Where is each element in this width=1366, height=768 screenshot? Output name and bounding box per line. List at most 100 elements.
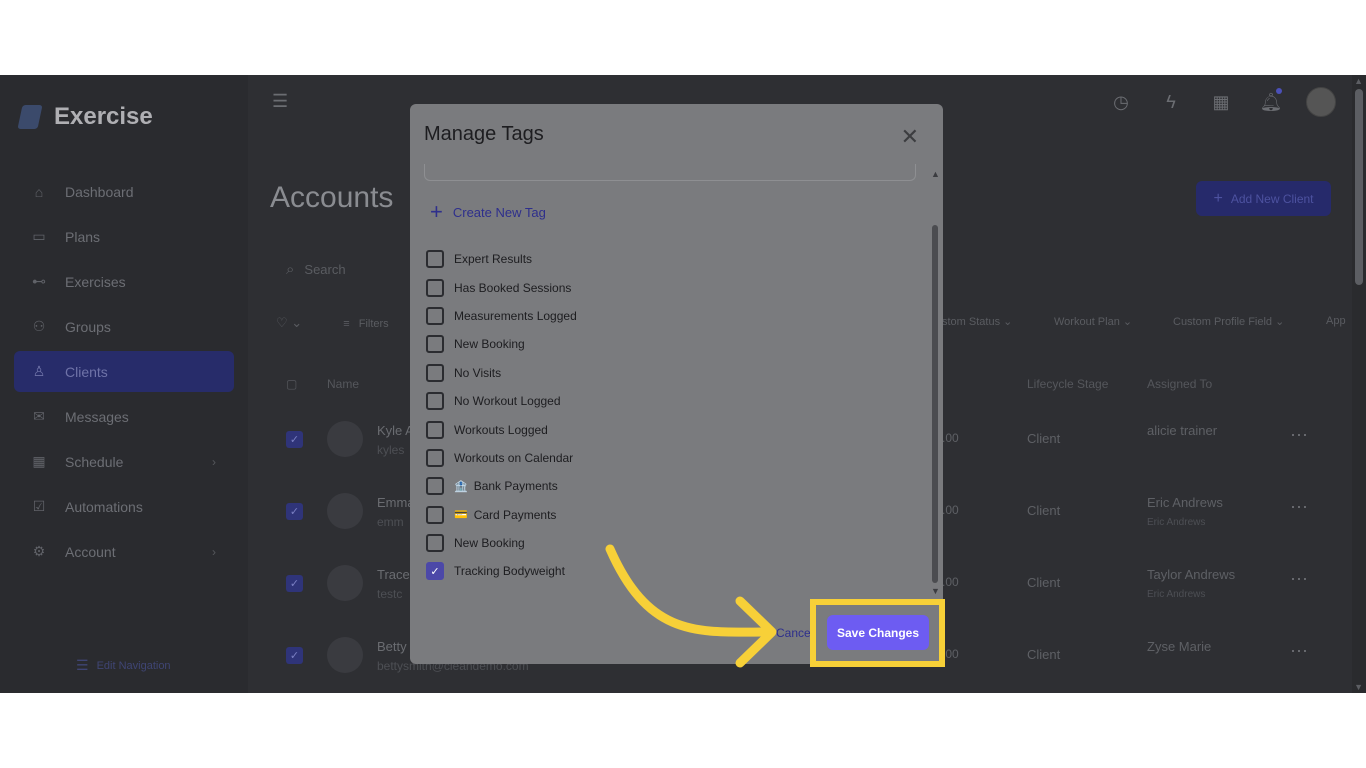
tag-label: New Booking	[454, 536, 525, 551]
app-name: Exercise	[54, 103, 153, 130]
filter-bar: ♡ ⌄ ≡ Filters	[276, 315, 389, 331]
header-lifecycle-stage[interactable]: Lifecycle Stage	[1027, 377, 1108, 391]
tag-option[interactable]: New Booking	[426, 330, 577, 358]
tag-checkbox[interactable]	[426, 477, 444, 496]
page-title: Accounts	[270, 181, 394, 214]
tag-label: Card Payments	[473, 507, 557, 522]
page-scrollbar[interactable]: ▲ ▼	[1352, 75, 1366, 693]
filter-app[interactable]: App	[1326, 315, 1346, 327]
tag-option[interactable]: No Workout Logged	[426, 387, 577, 415]
sidebar-item-clients[interactable]: ♙ Clients	[14, 351, 234, 392]
add-new-client-button[interactable]: + Add New Client	[1196, 181, 1331, 216]
client-name: Trace	[377, 567, 410, 582]
tag-checkbox[interactable]	[426, 534, 444, 553]
tag-label: No Visits	[454, 365, 502, 380]
row-menu-icon[interactable]: ⋯	[1290, 569, 1308, 590]
sidebar-item-plans[interactable]: ▭ Plans	[14, 216, 234, 257]
tag-checkbox[interactable]	[426, 250, 444, 269]
tag-option[interactable]: Workouts Logged	[426, 415, 577, 443]
tag-option[interactable]: Expert Results	[426, 245, 577, 273]
tag-checkbox-checked[interactable]: ✓	[426, 562, 444, 581]
notification-dot	[1276, 88, 1282, 94]
create-new-tag-button[interactable]: + Create New Tag	[430, 201, 546, 223]
tag-option[interactable]: No Visits	[426, 359, 577, 387]
clock-icon[interactable]: ◷	[1108, 89, 1134, 115]
tag-checkbox[interactable]	[426, 335, 444, 354]
cancel-button[interactable]: Cance	[776, 626, 811, 640]
tag-checkbox[interactable]	[426, 278, 444, 297]
tag-checkbox[interactable]	[426, 420, 444, 439]
tag-option[interactable]: 🏦 Bank Payments	[426, 472, 577, 500]
tag-option[interactable]: 💳 Card Payments	[426, 501, 577, 529]
search-input[interactable]: ⌕ Search	[270, 253, 426, 285]
filters-button[interactable]: ≡ Filters	[343, 318, 388, 330]
tag-option[interactable]: ✓ Tracking Bodyweight	[426, 557, 577, 585]
lightning-icon[interactable]: ϟ	[1158, 89, 1184, 115]
tag-label: No Workout Logged	[454, 394, 561, 409]
row-checkbox[interactable]: ✓	[286, 431, 303, 448]
chevron-right-icon: ›	[212, 454, 216, 469]
calendar-icon: ▦	[32, 453, 46, 469]
row-menu-icon[interactable]: ⋯	[1290, 497, 1308, 518]
sidebar-item-dashboard[interactable]: ⌂ Dashboard	[14, 171, 234, 212]
filter-workout-plan[interactable]: Workout Plan ⌄	[1054, 315, 1132, 328]
client-amount: .00	[942, 575, 959, 589]
scroll-down-icon[interactable]: ▼	[1354, 682, 1363, 692]
menu-icon[interactable]: ☰	[272, 91, 288, 112]
client-assigned: Taylor Andrews	[1147, 567, 1236, 582]
edit-navigation-label: Edit Navigation	[96, 659, 171, 672]
header-assigned-to[interactable]: Assigned To	[1147, 377, 1212, 391]
filter-custom-profile[interactable]: Custom Profile Field ⌄	[1173, 315, 1284, 328]
modal-scroll-thumb[interactable]	[932, 225, 938, 583]
bell-icon[interactable]: 🔔︎	[1258, 88, 1284, 115]
heart-icon[interactable]: ♡ ⌄	[276, 315, 302, 330]
sidebar-item-automations[interactable]: ☑ Automations	[14, 486, 234, 527]
tag-checkbox[interactable]	[426, 306, 444, 325]
grid-icon[interactable]: ▦	[1208, 89, 1234, 115]
client-name: Kyle A	[377, 423, 414, 438]
sidebar-item-label: Exercises	[65, 273, 126, 290]
group-icon: ⚇	[32, 318, 46, 334]
tag-option[interactable]: Measurements Logged	[426, 302, 577, 330]
avatar[interactable]	[1306, 87, 1336, 117]
page-scroll-thumb[interactable]	[1355, 89, 1363, 285]
sidebar-item-messages[interactable]: ✉ Messages	[14, 396, 234, 437]
sidebar-item-label: Plans	[65, 228, 101, 245]
filter-status[interactable]: stom Status ⌄	[942, 315, 1012, 328]
tag-checkbox[interactable]	[426, 392, 444, 411]
logo-icon	[18, 103, 44, 131]
tag-checkbox[interactable]	[426, 448, 444, 467]
tag-option[interactable]: Has Booked Sessions	[426, 273, 577, 301]
tag-checkbox[interactable]	[426, 505, 444, 524]
select-all-checkbox[interactable]: ▢	[286, 377, 297, 391]
close-icon[interactable]: ✕	[901, 124, 919, 150]
search-icon: ⌕	[286, 260, 295, 278]
save-changes-button[interactable]: Save Changes	[827, 615, 929, 650]
row-menu-icon[interactable]: ⋯	[1290, 425, 1308, 446]
sidebar-item-account[interactable]: ⚙ Account ›	[14, 531, 234, 572]
row-checkbox[interactable]: ✓	[286, 647, 303, 664]
filter-app-label: App	[1326, 315, 1346, 327]
sidebar-item-groups[interactable]: ⚇ Groups	[14, 306, 234, 347]
header-name[interactable]: Name	[327, 377, 359, 391]
logo[interactable]: Exercise	[18, 103, 153, 131]
check-square-icon: ☑	[32, 498, 46, 514]
sidebar-item-schedule[interactable]: ▦ Schedule ›	[14, 441, 234, 482]
row-checkbox[interactable]: ✓	[286, 503, 303, 520]
client-amount: .00	[942, 503, 959, 517]
bank-icon: 🏦	[454, 480, 468, 493]
sidebar-item-exercises[interactable]: ⊷ Exercises	[14, 261, 234, 302]
tag-checkbox[interactable]	[426, 363, 444, 382]
tag-option[interactable]: Workouts on Calendar	[426, 444, 577, 472]
row-checkbox[interactable]: ✓	[286, 575, 303, 592]
modal-scroll-down-icon[interactable]: ▼	[931, 586, 940, 596]
tag-option[interactable]: New Booking	[426, 529, 577, 557]
client-name: Emma	[377, 495, 415, 510]
sidebar: Exercise ⌂ Dashboard ▭ Plans ⊷ Exercises…	[0, 75, 248, 693]
tag-search-input[interactable]	[424, 164, 916, 181]
edit-navigation-link[interactable]: ☰ Edit Navigation	[76, 657, 171, 674]
client-assigned-sub: Eric Andrews	[1147, 589, 1206, 600]
row-menu-icon[interactable]: ⋯	[1290, 641, 1308, 662]
scroll-up-icon[interactable]: ▲	[1354, 76, 1363, 86]
modal-scroll-up-icon[interactable]: ▲	[931, 169, 940, 179]
